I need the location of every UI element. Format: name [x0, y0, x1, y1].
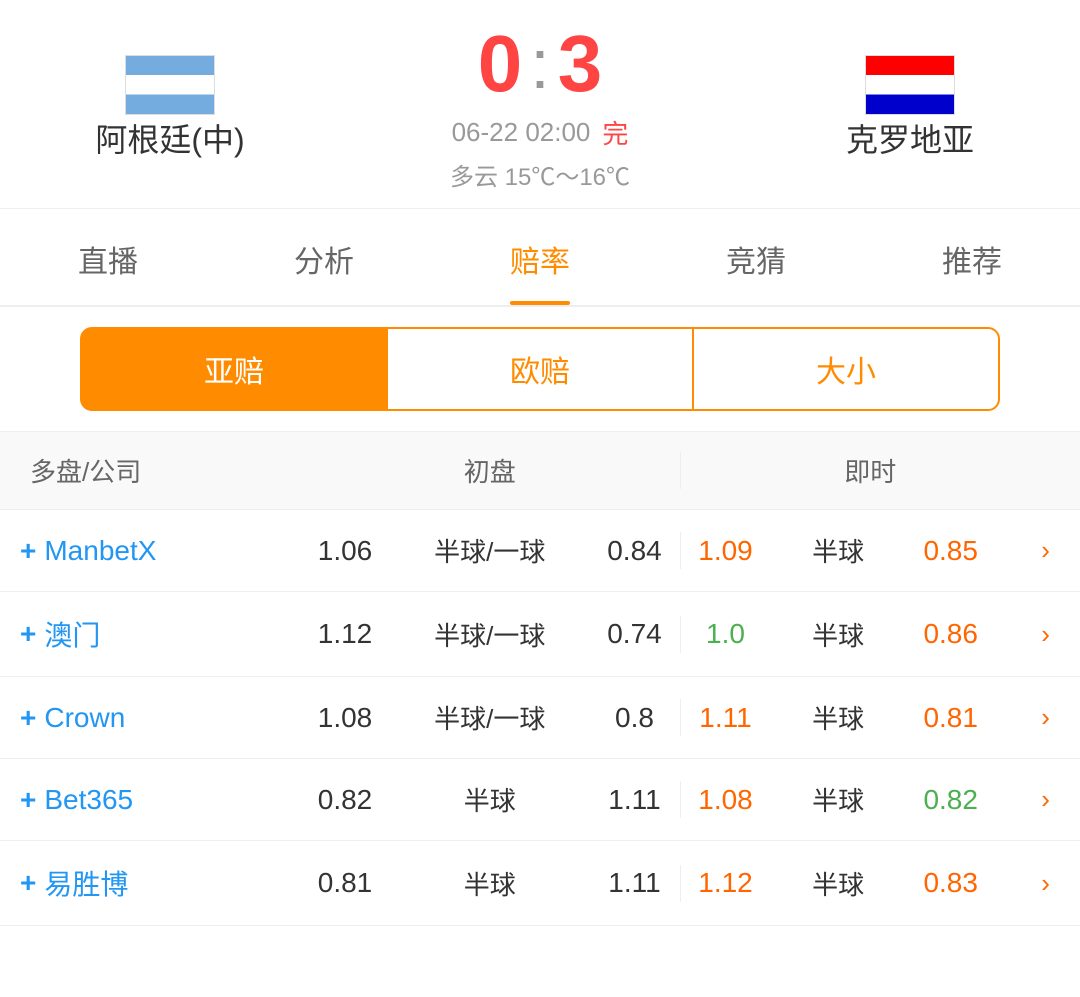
- detail-arrow-icon[interactable]: ›: [1041, 619, 1050, 650]
- expand-icon[interactable]: +: [20, 867, 36, 899]
- company-name: 澳门: [44, 614, 100, 654]
- company-cell: + 澳门: [20, 614, 300, 654]
- match-date: 06-22 02:00: [452, 117, 591, 148]
- company-name: 易胜博: [44, 863, 128, 903]
- init-home-val: 1.06: [310, 535, 380, 567]
- rt-home-val: 1.0: [691, 618, 761, 650]
- nav-tabs: 直播 分析 赔率 竞猜 推荐: [0, 209, 1080, 307]
- team-home-name: 阿根廷(中): [95, 115, 244, 161]
- sub-tabs: 亚赔 欧赔 大小: [0, 307, 1080, 432]
- score-home: 0: [478, 24, 523, 104]
- rt-handicap-val: 半球: [812, 781, 864, 818]
- tab-live[interactable]: 直播: [0, 209, 216, 305]
- company-cell: + Crown: [20, 702, 300, 734]
- init-handicap-val: 半球: [464, 781, 516, 818]
- init-handicap-val: 半球: [464, 865, 516, 902]
- rt-away-val: 0.86: [916, 618, 986, 650]
- rt-home-val: 1.09: [691, 535, 761, 567]
- expand-icon[interactable]: +: [20, 618, 36, 650]
- table-row[interactable]: + 澳门 1.12 半球/一球 0.74 1.0 半球 0.86 ›: [0, 592, 1080, 677]
- realtime-cells: 1.12 半球 0.83 ›: [680, 865, 1061, 902]
- tab-odds[interactable]: 赔率: [432, 209, 648, 305]
- table-row[interactable]: + 易胜博 0.81 半球 1.11 1.12 半球 0.83 ›: [0, 841, 1080, 926]
- realtime-cells: 1.11 半球 0.81 ›: [680, 699, 1061, 736]
- rt-away-val: 0.83: [916, 867, 986, 899]
- initial-cells: 1.06 半球/一球 0.84: [300, 532, 680, 569]
- tab-analysis[interactable]: 分析: [216, 209, 432, 305]
- col-company-header: 多盘/公司: [20, 452, 300, 489]
- match-header: 阿根廷(中) 0 : 3 06-22 02:00 完 多云 15℃～16℃ 克罗…: [0, 0, 1080, 209]
- tab-recommend[interactable]: 推荐: [864, 209, 1080, 305]
- rt-away-val: 0.81: [916, 702, 986, 734]
- company-cell: + ManbetX: [20, 535, 300, 567]
- rt-home-val: 1.08: [691, 784, 761, 816]
- score-away: 3: [558, 24, 603, 104]
- rt-handicap-val: 半球: [812, 865, 864, 902]
- rt-home-val: 1.11: [691, 702, 761, 734]
- realtime-cells: 1.08 半球 0.82 ›: [680, 781, 1061, 818]
- initial-cells: 1.08 半球/一球 0.8: [300, 699, 680, 736]
- init-home-val: 1.12: [310, 618, 380, 650]
- match-status: 完: [602, 114, 628, 151]
- init-handicap-val: 半球/一球: [434, 532, 545, 569]
- score-center: 0 : 3 06-22 02:00 完 多云 15℃～16℃: [280, 24, 800, 192]
- table-row[interactable]: + Bet365 0.82 半球 1.11 1.08 半球 0.82 ›: [0, 759, 1080, 841]
- rt-handicap-val: 半球: [812, 616, 864, 653]
- expand-icon[interactable]: +: [20, 702, 36, 734]
- rt-away-val: 0.82: [916, 784, 986, 816]
- flag-argentina: [125, 55, 215, 115]
- tab-guess[interactable]: 竞猜: [648, 209, 864, 305]
- team-away-name: 克罗地亚: [846, 115, 974, 161]
- init-away-val: 0.84: [599, 535, 669, 567]
- score-line: 0 : 3: [478, 24, 602, 104]
- detail-arrow-icon[interactable]: ›: [1041, 702, 1050, 733]
- initial-cells: 1.12 半球/一球 0.74: [300, 616, 680, 653]
- team-away: 克罗地亚: [800, 55, 1020, 161]
- init-away-val: 1.11: [599, 867, 669, 899]
- rt-away-val: 0.85: [916, 535, 986, 567]
- init-away-val: 0.74: [599, 618, 669, 650]
- detail-arrow-icon[interactable]: ›: [1041, 535, 1050, 566]
- table-row[interactable]: + ManbetX 1.06 半球/一球 0.84 1.09 半球 0.85 ›: [0, 510, 1080, 592]
- table-header: 多盘/公司 初盘 即时: [0, 432, 1080, 510]
- init-home-val: 1.08: [310, 702, 380, 734]
- expand-icon[interactable]: +: [20, 784, 36, 816]
- expand-icon[interactable]: +: [20, 535, 36, 567]
- match-info: 06-22 02:00 完: [452, 114, 629, 151]
- detail-arrow-icon[interactable]: ›: [1041, 868, 1050, 899]
- table-row[interactable]: + Crown 1.08 半球/一球 0.8 1.11 半球 0.81 ›: [0, 677, 1080, 759]
- company-name: ManbetX: [44, 535, 156, 567]
- rt-handicap-val: 半球: [812, 532, 864, 569]
- detail-arrow-icon[interactable]: ›: [1041, 784, 1050, 815]
- initial-cells: 0.81 半球 1.11: [300, 865, 680, 902]
- init-handicap-val: 半球/一球: [434, 699, 545, 736]
- flag-croatia: [865, 55, 955, 115]
- init-handicap-val: 半球/一球: [434, 616, 545, 653]
- init-away-val: 1.11: [599, 784, 669, 816]
- realtime-cells: 1.09 半球 0.85 ›: [680, 532, 1061, 569]
- col-initial-header: 初盘: [300, 452, 680, 489]
- init-home-val: 0.81: [310, 867, 380, 899]
- rt-handicap-val: 半球: [812, 699, 864, 736]
- company-name: Bet365: [44, 784, 133, 816]
- init-away-val: 0.8: [599, 702, 669, 734]
- table-body: + ManbetX 1.06 半球/一球 0.84 1.09 半球 0.85 ›…: [0, 510, 1080, 926]
- realtime-cells: 1.0 半球 0.86 ›: [680, 616, 1061, 653]
- sub-tab-size[interactable]: 大小: [692, 327, 1000, 411]
- company-name: Crown: [44, 702, 125, 734]
- rt-home-val: 1.12: [691, 867, 761, 899]
- score-colon: :: [530, 29, 549, 99]
- weather-info: 多云 15℃～16℃: [450, 157, 630, 192]
- team-home: 阿根廷(中): [60, 55, 280, 161]
- col-realtime-header: 即时: [680, 452, 1061, 489]
- sub-tab-asia[interactable]: 亚赔: [80, 327, 388, 411]
- init-home-val: 0.82: [310, 784, 380, 816]
- initial-cells: 0.82 半球 1.11: [300, 781, 680, 818]
- company-cell: + Bet365: [20, 784, 300, 816]
- sub-tab-europe[interactable]: 欧赔: [388, 327, 692, 411]
- company-cell: + 易胜博: [20, 863, 300, 903]
